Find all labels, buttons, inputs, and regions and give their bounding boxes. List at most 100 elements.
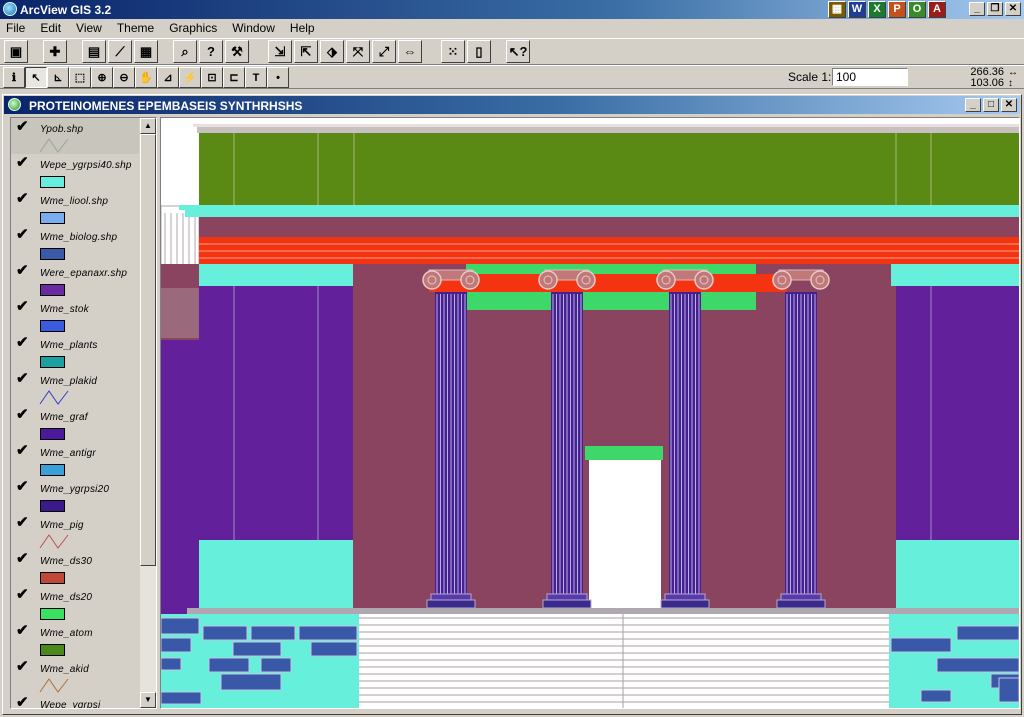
select-features-icon[interactable]: ⁙ xyxy=(441,40,465,63)
visibility-checkbox-icon[interactable]: ✔ xyxy=(16,551,30,566)
visibility-checkbox-icon[interactable]: ✔ xyxy=(16,659,30,674)
area-of-interest-icon[interactable]: ⊡ xyxy=(201,67,223,88)
scale-input[interactable] xyxy=(832,68,908,86)
toc-theme-entry[interactable]: ✔ Wme_atom xyxy=(11,622,139,658)
toc-theme-entry[interactable]: ✔ Wme_plakid xyxy=(11,370,139,406)
stone-block xyxy=(920,689,952,703)
toc-theme-entry[interactable]: ✔ Were_epanaxr.shp xyxy=(11,262,139,298)
temple-facade-map[interactable] xyxy=(161,118,1019,708)
add-theme-icon[interactable]: ✚ xyxy=(43,40,67,63)
visibility-checkbox-icon[interactable]: ✔ xyxy=(16,263,30,278)
zoom-out-center-icon[interactable]: ⤢ xyxy=(372,40,396,63)
pan-icon[interactable]: ✋ xyxy=(135,67,157,88)
open-table-icon[interactable]: ▦ xyxy=(134,40,158,63)
toc-theme-entry[interactable]: ✔ Wme_ds20 xyxy=(11,586,139,622)
legend-fill-swatch xyxy=(40,464,65,476)
menu-help[interactable]: Help xyxy=(283,19,323,38)
toc-theme-entry[interactable]: ✔ Wme_plants xyxy=(11,334,139,370)
zoom-selected-icon[interactable]: ⬗ xyxy=(320,40,344,63)
scroll-down-icon[interactable]: ▼ xyxy=(140,692,156,708)
pointer-icon[interactable]: ↖ xyxy=(25,67,47,88)
query-builder-icon[interactable]: ⚒ xyxy=(225,40,249,63)
toc-theme-entry[interactable]: ✔ Wme_akid xyxy=(11,658,139,694)
label-icon[interactable]: ⊏ xyxy=(223,67,245,88)
zoom-out-icon[interactable]: ⊖ xyxy=(113,67,135,88)
toc-theme-entry[interactable]: ✔ Wme_graf xyxy=(11,406,139,442)
toc-theme-entry[interactable]: ✔ Ypob.shp xyxy=(11,118,139,154)
locate-address-icon[interactable]: ? xyxy=(199,40,223,63)
menu-theme[interactable]: Theme xyxy=(110,19,162,38)
visibility-checkbox-icon[interactable]: ✔ xyxy=(16,479,30,494)
view-minimize-icon[interactable]: _ xyxy=(965,98,981,112)
access-icon[interactable]: A xyxy=(928,1,946,18)
text-tool-icon[interactable]: T xyxy=(245,67,267,88)
visibility-checkbox-icon[interactable]: ✔ xyxy=(16,695,30,708)
app-titlebar[interactable]: ArcView GIS 3.2 ▦ W X P O A _ ❐ ✕ xyxy=(0,0,1024,19)
save-project-icon[interactable]: ▣ xyxy=(4,40,28,63)
visibility-checkbox-icon[interactable]: ✔ xyxy=(16,515,30,530)
visibility-checkbox-icon[interactable]: ✔ xyxy=(16,299,30,314)
help-cursor-icon[interactable]: ↖? xyxy=(506,40,530,63)
app-title: ArcView GIS 3.2 xyxy=(20,3,112,17)
right-anta-wall xyxy=(896,286,1019,540)
select-feature-icon[interactable]: ⬚ xyxy=(69,67,91,88)
map-display[interactable] xyxy=(160,117,1020,709)
zoom-full-extent-icon[interactable]: ⇲ xyxy=(268,40,292,63)
toc-theme-entry[interactable]: ✔ Wme_stok xyxy=(11,298,139,334)
visibility-checkbox-icon[interactable]: ✔ xyxy=(16,587,30,602)
toc-theme-entry[interactable]: ✔ Wme_antigr xyxy=(11,442,139,478)
minimize-icon[interactable]: _ xyxy=(969,2,985,16)
scroll-up-icon[interactable]: ▲ xyxy=(140,118,156,134)
excel-icon[interactable]: X xyxy=(868,1,886,18)
menu-edit[interactable]: Edit xyxy=(33,19,69,38)
menu-window[interactable]: Window xyxy=(225,19,283,38)
toc-theme-entry[interactable]: ✔ Wepe_ygrpsi xyxy=(11,694,139,708)
close-icon[interactable]: ✕ xyxy=(1005,2,1021,16)
theme-properties-icon[interactable]: ▤ xyxy=(82,40,106,63)
visibility-checkbox-icon[interactable]: ✔ xyxy=(16,623,30,638)
powerpoint-icon[interactable]: P xyxy=(888,1,906,18)
ms-office-icon[interactable]: ▦ xyxy=(828,1,846,18)
toc-theme-entry[interactable]: ✔ Wme_pig xyxy=(11,514,139,550)
visibility-checkbox-icon[interactable]: ✔ xyxy=(16,155,30,170)
restore-icon[interactable]: ❐ xyxy=(987,2,1003,16)
visibility-checkbox-icon[interactable]: ✔ xyxy=(16,119,30,134)
word-icon[interactable]: W xyxy=(848,1,866,18)
menu-view[interactable]: View xyxy=(69,19,110,38)
outlook-icon[interactable]: O xyxy=(908,1,926,18)
scroll-thumb[interactable] xyxy=(140,134,156,566)
toc-scrollbar[interactable]: ▲ ▼ xyxy=(140,118,156,708)
stone-block xyxy=(232,641,282,657)
menu-file[interactable]: File xyxy=(0,19,33,38)
view-titlebar[interactable]: PROTEINOMENES EPEMBASEIS SYNTHRHSHS _ □ … xyxy=(4,96,1020,114)
visibility-checkbox-icon[interactable]: ✔ xyxy=(16,371,30,386)
visibility-checkbox-icon[interactable]: ✔ xyxy=(16,227,30,242)
measure-icon[interactable]: ⊿ xyxy=(157,67,179,88)
menu-graphics[interactable]: Graphics xyxy=(162,19,225,38)
view-maximize-icon[interactable]: □ xyxy=(983,98,999,112)
zoom-in-center-icon[interactable]: ⤧ xyxy=(346,40,370,63)
find-icon[interactable]: ⌕ xyxy=(173,40,197,63)
theme-name: Wepe_ygrpsi40.shp xyxy=(40,160,132,171)
view-close-icon[interactable]: ✕ xyxy=(1001,98,1017,112)
edit-legend-icon[interactable]: ⟋ xyxy=(108,40,132,63)
zoom-in-icon[interactable]: ⊕ xyxy=(91,67,113,88)
identify-icon[interactable]: ℹ xyxy=(3,67,25,88)
toc-theme-entry[interactable]: ✔ Wme_ygrpsi20 xyxy=(11,478,139,514)
hot-link-icon[interactable]: ⚡ xyxy=(179,67,201,88)
visibility-checkbox-icon[interactable]: ✔ xyxy=(16,407,30,422)
column-plinth xyxy=(776,599,826,609)
visibility-checkbox-icon[interactable]: ✔ xyxy=(16,191,30,206)
theme-name: Wme_pig xyxy=(40,520,84,531)
toc-theme-entry[interactable]: ✔ Wme_ds30 xyxy=(11,550,139,586)
vertex-edit-icon[interactable]: ⊾ xyxy=(47,67,69,88)
clear-selection-icon[interactable]: ▯ xyxy=(467,40,491,63)
zoom-active-themes-icon[interactable]: ⇱ xyxy=(294,40,318,63)
toc-theme-entry[interactable]: ✔ Wme_biolog.shp xyxy=(11,226,139,262)
toc-theme-entry[interactable]: ✔ Wme_liool.shp xyxy=(11,190,139,226)
toc-theme-entry[interactable]: ✔ Wepe_ygrpsi40.shp xyxy=(11,154,139,190)
zoom-previous-icon[interactable]: ⇔ xyxy=(398,40,422,63)
visibility-checkbox-icon[interactable]: ✔ xyxy=(16,443,30,458)
draw-point-icon[interactable]: • xyxy=(267,67,289,88)
visibility-checkbox-icon[interactable]: ✔ xyxy=(16,335,30,350)
